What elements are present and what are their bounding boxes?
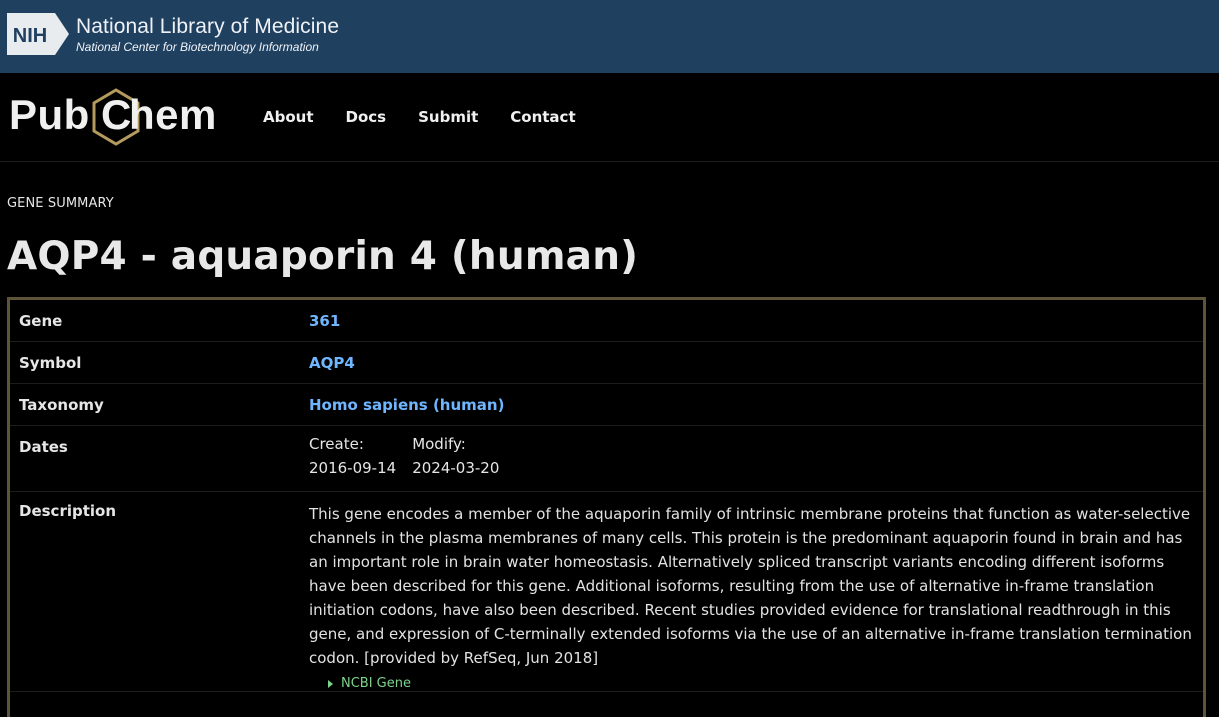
nav-contact[interactable]: Contact	[510, 108, 575, 126]
table-row-description: Description This gene encodes a member o…	[10, 492, 1203, 692]
triangle-right-icon	[328, 679, 333, 688]
pubchem-logo-c: C	[101, 91, 132, 138]
create-value: 2016-09-14	[309, 459, 397, 477]
dates-label: Dates	[19, 438, 68, 456]
table-row-symbol: Symbol AQP4	[10, 342, 1203, 384]
gene-info-table: Gene 361 Symbol AQP4 Taxonomy Homo sapie…	[7, 297, 1206, 717]
table-row-gene: Gene 361	[10, 300, 1203, 342]
modify-date: Modify: 2024-03-20	[412, 432, 499, 491]
nav-submit[interactable]: Submit	[418, 108, 478, 126]
description-text: This gene encodes a member of the aquapo…	[309, 505, 1192, 667]
gene-id-link[interactable]: 361	[309, 312, 340, 330]
symbol-label: Symbol	[19, 353, 82, 372]
nav-about[interactable]: About	[263, 108, 314, 126]
nih-title[interactable]: National Library of Medicine	[76, 15, 339, 39]
nih-banner: NIH National Library of Medicine Nationa…	[0, 0, 1219, 73]
create-date: Create: 2016-09-14	[309, 432, 396, 491]
symbol-link[interactable]: AQP4	[309, 354, 355, 372]
gene-summary-label: GENE SUMMARY	[7, 196, 114, 211]
modify-label: Modify:	[412, 435, 466, 453]
modify-value: 2024-03-20	[412, 459, 500, 477]
description-label: Description	[19, 502, 117, 520]
table-row-dates: Dates Create: 2016-09-14 Modify: 2024-03…	[10, 426, 1203, 492]
ncbi-gene-label: NCBI Gene	[341, 676, 411, 691]
svg-text:NIH: NIH	[13, 25, 47, 47]
nih-logo-icon[interactable]: NIH	[7, 13, 69, 55]
nih-subtitle: National Center for Biotechnology Inform…	[76, 40, 319, 54]
pubchem-header: Pub C hem About Docs Submit Contact	[0, 73, 1219, 162]
pubchem-logo-pub: Pub	[9, 91, 90, 138]
ncbi-gene-toggle[interactable]: NCBI Gene	[328, 676, 1193, 691]
create-label: Create:	[309, 435, 364, 453]
nav-docs[interactable]: Docs	[346, 108, 387, 126]
taxonomy-label: Taxonomy	[19, 395, 104, 414]
pubchem-logo-hem: hem	[129, 91, 217, 138]
page-title: AQP4 - aquaporin 4 (human)	[7, 234, 639, 279]
table-row-taxonomy: Taxonomy Homo sapiens (human)	[10, 384, 1203, 426]
taxonomy-link[interactable]: Homo sapiens (human)	[309, 396, 504, 414]
main-nav: About Docs Submit Contact	[263, 108, 608, 126]
pubchem-logo[interactable]: Pub C hem	[9, 88, 234, 148]
gene-label: Gene	[19, 311, 63, 330]
